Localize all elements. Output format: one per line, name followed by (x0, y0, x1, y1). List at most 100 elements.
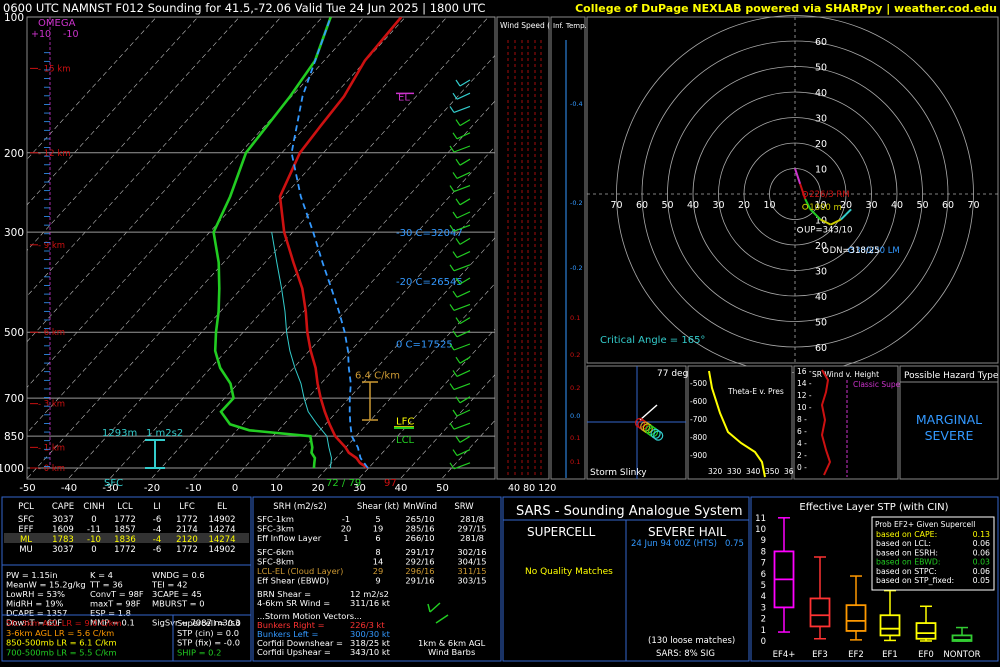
composite-index: Supercell = 0.0 (177, 618, 241, 628)
skewt-annotation: 0 C=17525 (396, 340, 453, 351)
kine-cell: 311/15 (457, 566, 486, 576)
stp-prob-label: based on STP_fixed: (876, 576, 954, 585)
sr-y-tick: 8 - (797, 415, 807, 424)
omega-left: +10 (31, 29, 51, 40)
thermo-header: LCL (117, 502, 133, 512)
hodograph-ring-label: 50 (815, 318, 827, 329)
theta-e-panel: Theta-E v. Pres 320 330 340 350 360-500-600-… (687, 365, 799, 480)
theta-y-tick: -600 (690, 397, 707, 406)
stp-category: EF1 (882, 650, 898, 660)
sars-hail-match: 24 Jun 94 00Z (HTS) (631, 539, 717, 549)
hodograph-label: 226/3 RM (809, 190, 849, 200)
kine-label: SFC-1km (257, 514, 294, 524)
hodograph-ring-label: 40 (815, 292, 827, 303)
hodograph-ring-label: 40 (687, 200, 699, 211)
thermo-cell: ML (20, 535, 32, 545)
hazard-line2: SEVERE (925, 428, 974, 443)
hodograph-label: 1000 m (809, 203, 842, 213)
thermo-index: 3CAPE = 45 (152, 589, 202, 599)
kine-cell: 29 (373, 566, 384, 576)
sr-y-tick: 4 - (797, 439, 807, 448)
hodograph-ring-label: 50 (916, 200, 928, 211)
hodograph-ring-label: 60 (942, 200, 954, 211)
temp-adv-value: 0.1 (570, 434, 580, 442)
hodograph-ring-label: 20 (738, 200, 750, 211)
stp-prob-title: Prob EF2+ Given Supercell (875, 520, 975, 529)
kine-label: Eff Inflow Layer (257, 533, 322, 543)
sr-wind-panel: SR Wind v. Height Classic Supercell 16 -… (793, 365, 916, 480)
temp-adv-value: -0.2 (570, 199, 583, 207)
kine-cell: 266/10 (405, 533, 434, 543)
pressure-tick: 300 (4, 227, 24, 239)
hodograph-ring-label: 60 (815, 343, 827, 354)
thermo-cell: 0 (91, 515, 96, 525)
pressure-tick: 850 (4, 431, 24, 443)
sars-hail-size: 0.75 (725, 539, 744, 549)
composite-index: STP (cin) = 0.0 (177, 628, 239, 638)
pressure-tick: 700 (4, 393, 24, 405)
sr-y-tick: 6 - (797, 427, 807, 436)
stp-y-tick: 3 (761, 603, 766, 613)
composite-index: STP (fix) = -0.0 (177, 638, 240, 648)
corfidi-up: Corfidi Upshear = (257, 647, 331, 657)
stp-category: EF4+ (773, 650, 796, 660)
hazard-panel: Possible Hazard Type MARGINAL SEVERE (899, 365, 999, 480)
sars-supercell-head: SUPERCELL (527, 525, 596, 539)
stp-y-tick: 1 (761, 626, 766, 636)
sr-y-tick: 16 - (797, 367, 812, 376)
thermo-cell: SFC (18, 515, 34, 525)
thermo-cell: 14902 (208, 515, 235, 525)
lapse-rate: 850-500mb LR = 6.1 C/km (6, 638, 117, 648)
temp-adv-frame (550, 16, 586, 480)
hodograph-ring-label: 60 (815, 37, 827, 48)
height-label: - 1 km (38, 443, 65, 453)
stp-category: EF3 (812, 650, 828, 660)
stp-prob-rows: based on CAPE: 0.13 based on LCL: 0.06 based… (876, 530, 990, 585)
lapse-rate: Sfc-3km AGL LR = 9.0 C/km (6, 618, 122, 628)
stp-category: EF0 (918, 650, 934, 660)
thermo-cell: 3037 (52, 515, 74, 525)
thermo-cell: 2120 (176, 535, 198, 545)
sr-wind: 4-6km SR Wind = (257, 598, 330, 608)
kine-label: Eff Shear (EBWD) (257, 576, 329, 586)
hodograph-ring-label: 10 (763, 200, 775, 211)
stp-y-tick: 10 (755, 525, 766, 535)
temp-adv-value: 0.2 (570, 351, 580, 359)
kine-cell: 265/10 (405, 514, 434, 524)
stp-y-tick: 0 (761, 637, 766, 647)
thermo-index: maxT = 98F (90, 599, 141, 609)
thermo-index: TT = 36 (89, 580, 123, 590)
skewt-annotation: LFC (396, 416, 414, 427)
critical-angle: Critical Angle = 165° (600, 335, 705, 346)
hazard-title: Possible Hazard Type (904, 371, 999, 381)
hodograph-ring-label: 30 (865, 200, 877, 211)
skewt-annotation: 1293m (102, 428, 137, 439)
stp-y-tick: 2 (761, 615, 766, 625)
lapse-rate: 3-6km AGL LR = 5.6 C/km (6, 628, 114, 638)
kine-cell: 9 (375, 576, 380, 586)
stp-y-tick: 7 (761, 559, 766, 569)
skewt-annotation: 6.4 C/km (355, 370, 400, 381)
hodograph-ring-label: 50 (661, 200, 673, 211)
thermo-cell: -6 (153, 515, 161, 525)
kine-label: SFC-8km (257, 557, 294, 567)
height-label: - 3 km (38, 400, 65, 410)
hodograph-label: UP=343/10 (804, 226, 852, 236)
sr-y-tick: 14 - (797, 379, 812, 388)
sr-y-tick: 10 - (797, 403, 812, 412)
pressure-tick: 1000 (0, 463, 24, 475)
sars-sig: SARS: 8% SIG (656, 649, 715, 659)
height-label: - 9 km (38, 241, 65, 251)
pressure-tick: 100 (4, 12, 24, 24)
temp-tick: -50 (19, 483, 35, 494)
sars-supercell-text: No Quality Matches (525, 567, 613, 577)
hazard-line1: MARGINAL (916, 412, 982, 427)
skewt-annotation: SFC (104, 478, 123, 489)
thermo-cell: 0 (91, 545, 96, 555)
barb-label: Wind Barbs (428, 647, 475, 657)
wind-speed-frame (496, 16, 550, 480)
hodograph-panel: 1010101020202020303030304040404050505050… (586, 15, 999, 373)
sounding-display: 0600 UTC NAMNST F012 Sounding for 41.5,-… (0, 1, 999, 662)
sars-loose: (130 loose matches) (648, 636, 735, 646)
stp-y-tick: 5 (761, 581, 766, 591)
